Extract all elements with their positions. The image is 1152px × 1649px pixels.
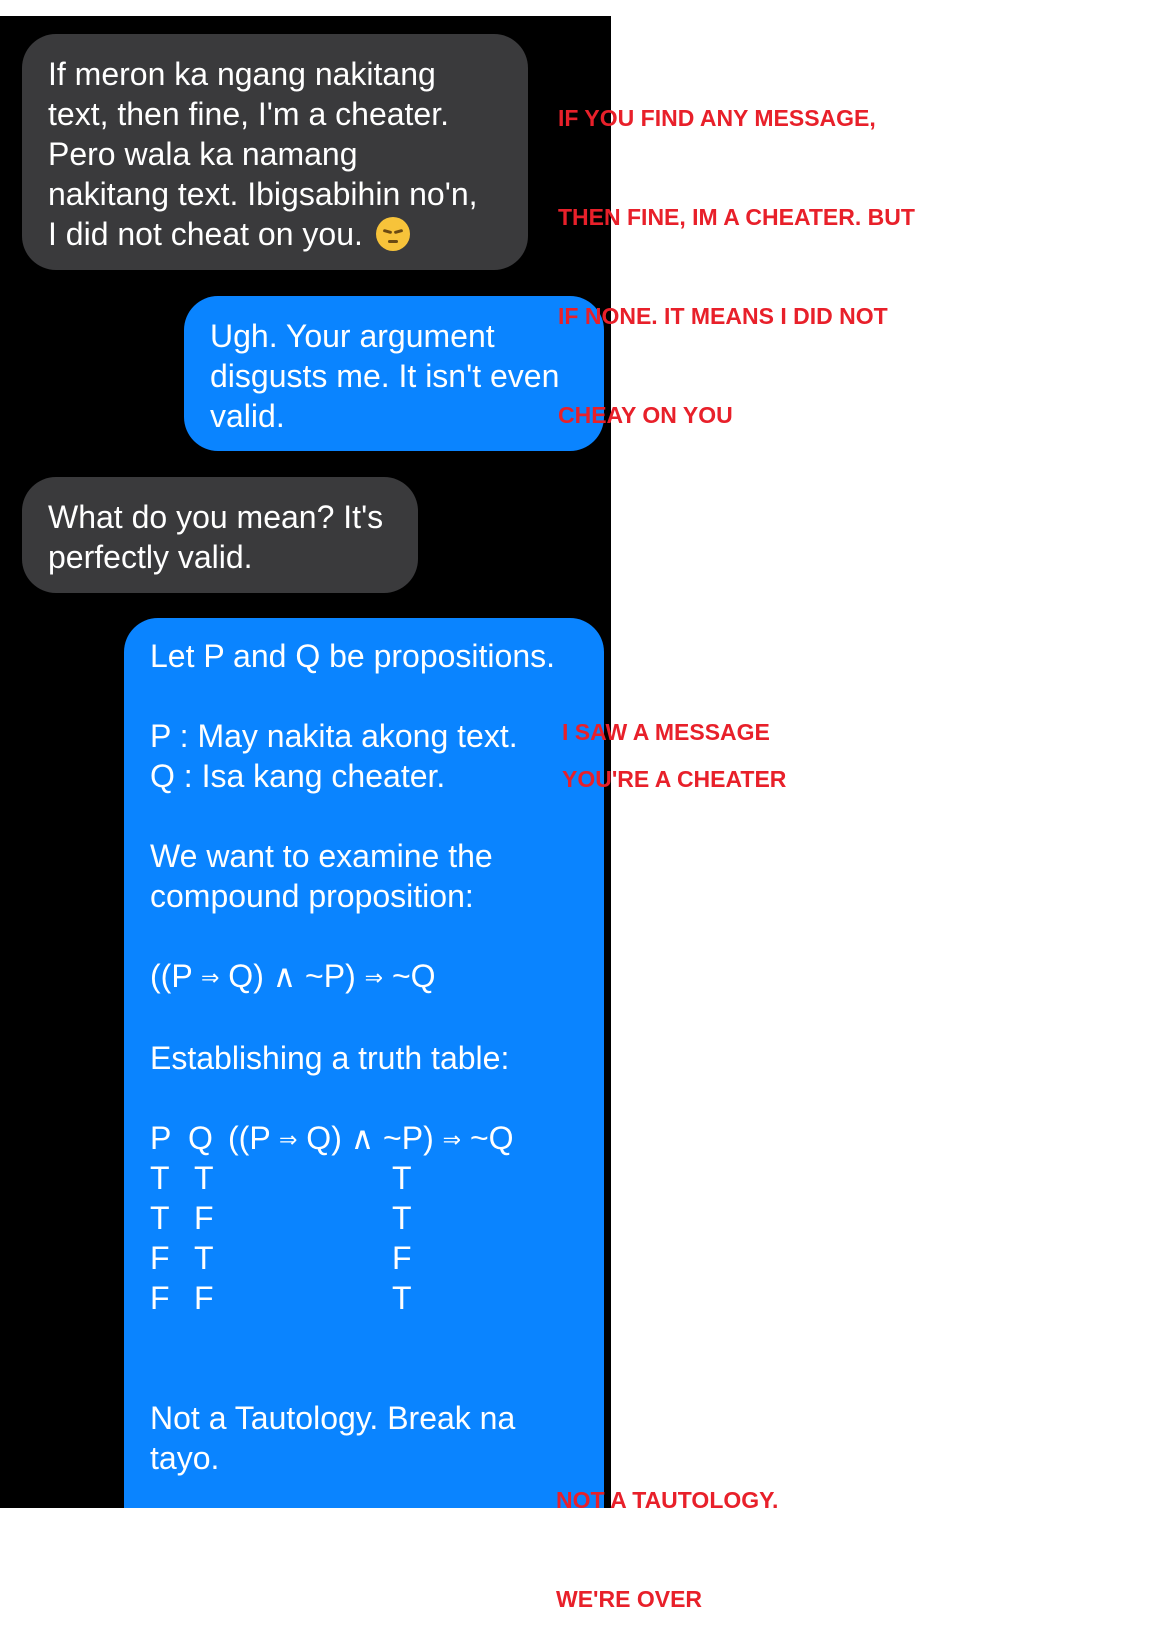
truth-table-header-p: P <box>150 1120 172 1156</box>
message-line: What do you mean? It's <box>48 499 384 535</box>
translation-annotation-q: YOU'RE A CHEATER <box>562 766 787 792</box>
message-line: If meron ka ngang nakitang <box>48 56 436 92</box>
p-definition: P : May nakita akong text. <box>150 718 518 754</box>
truth-table-header-formula: ((P ⇒ Q) ∧ ~P) ⇒ ~Q <box>228 1120 514 1156</box>
message-bubble-outgoing-1[interactable]: Ugh. Your argument disgusts me. It isn't… <box>184 296 604 451</box>
translation-annotation-conclusion: NOT A TAUTOLOGY. WE'RE OVER <box>556 1487 779 1612</box>
truth-table-cell: F <box>194 1280 214 1316</box>
message-line-text: I did not cheat on you. <box>48 216 363 252</box>
message-line-with-emoji: I did not cheat on you. <box>48 214 502 254</box>
truth-table-cell: T <box>194 1240 214 1276</box>
translation-annotation-p: I SAW A MESSAGE <box>562 719 770 745</box>
message-line: disgusts me. It isn't even <box>210 358 560 394</box>
message-line: nakitang text. Ibigsabihin no'n, <box>48 176 478 212</box>
message-line: compound proposition: <box>150 878 474 914</box>
message-line: Let P and Q be propositions. <box>150 638 556 674</box>
q-definition: Q : Isa kang cheater. <box>150 758 446 794</box>
truth-table-cell: F <box>150 1280 170 1316</box>
compound-proposition: ((P ⇒ Q) ∧ ~P) ⇒ ~Q <box>150 958 436 994</box>
message-bubble-incoming-2[interactable]: What do you mean? It's perfectly valid. <box>22 477 418 593</box>
pensive-face-icon <box>375 217 410 251</box>
message-line: valid. <box>210 398 285 434</box>
conclusion-line: tayo. <box>150 1440 220 1476</box>
message-line: Pero wala ka namang <box>48 136 358 172</box>
truth-table-cell: F <box>392 1240 412 1276</box>
truth-table-cell: T <box>150 1200 170 1236</box>
message-line: We want to examine the <box>150 838 493 874</box>
translation-annotation-1: IF YOU FIND ANY MESSAGE, THEN FINE, IM A… <box>558 105 915 428</box>
message-bubble-outgoing-2[interactable]: Let P and Q be propositions. P : May nak… <box>124 618 604 1508</box>
message-line: perfectly valid. <box>48 539 253 575</box>
message-bubble-incoming-1[interactable]: If meron ka ngang nakitang text, then fi… <box>22 34 528 270</box>
message-line: text, then fine, I'm a cheater. <box>48 96 449 132</box>
truth-table-cell: T <box>392 1160 412 1196</box>
truth-table-cell: T <box>194 1160 214 1196</box>
truth-table-title: Establishing a truth table: <box>150 1040 510 1076</box>
conclusion-line: Not a Tautology. Break na <box>150 1400 516 1436</box>
message-line: Ugh. Your argument <box>210 318 495 354</box>
truth-table-cell: F <box>194 1200 214 1236</box>
truth-table-cell: T <box>150 1160 170 1196</box>
truth-table-cell: F <box>150 1240 170 1276</box>
truth-table: P Q ((P ⇒ Q) ∧ ~P) ⇒ ~Q T T T T F T F T … <box>150 1118 578 1318</box>
truth-table-cell: T <box>392 1280 412 1316</box>
truth-table-header-q: Q <box>188 1120 213 1156</box>
truth-table-cell: T <box>392 1200 412 1236</box>
